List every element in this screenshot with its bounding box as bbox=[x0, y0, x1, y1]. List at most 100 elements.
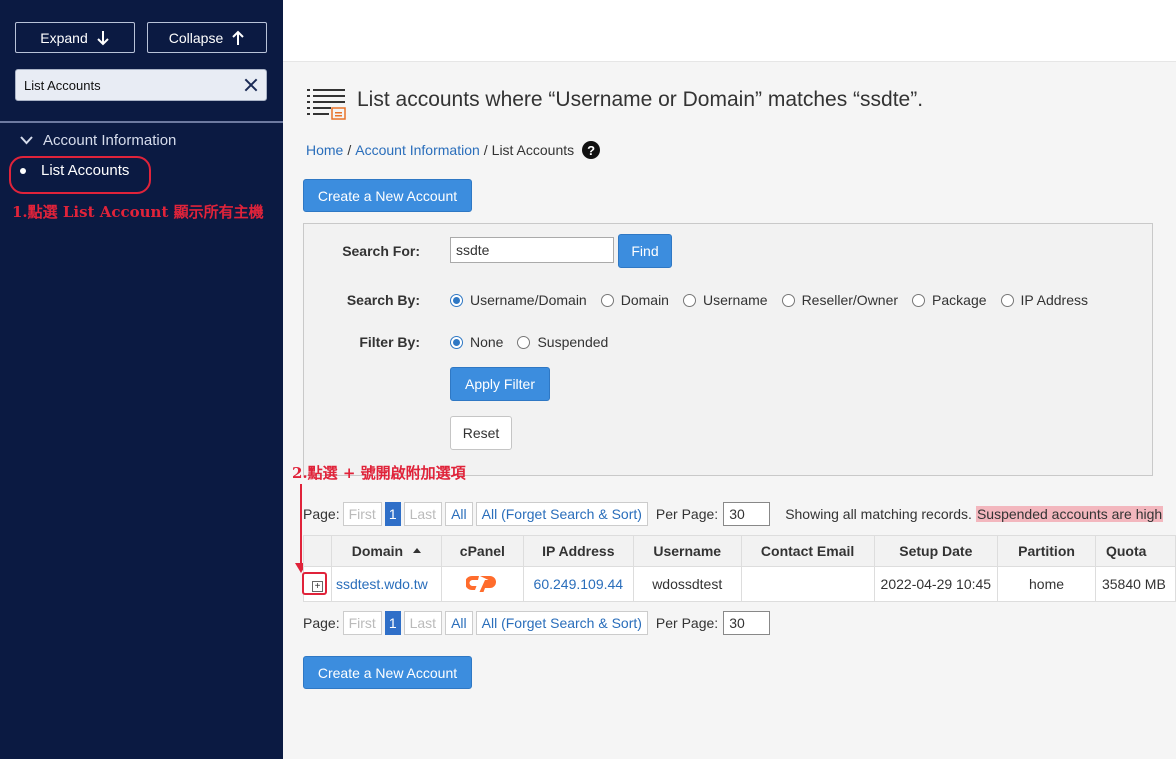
page-first: First bbox=[342, 502, 382, 526]
page-all[interactable]: All bbox=[445, 611, 473, 635]
quota-cell: 35840 MB bbox=[1094, 566, 1176, 602]
page-last: Last bbox=[403, 611, 443, 635]
list-accounts-icon bbox=[307, 89, 346, 120]
expand-button[interactable]: Expand bbox=[15, 22, 135, 53]
column-header-ip-address[interactable]: IP Address bbox=[522, 535, 634, 567]
top-bar bbox=[283, 0, 1176, 62]
breadcrumb-separator: / bbox=[483, 142, 488, 158]
radio-none[interactable]: None bbox=[450, 334, 503, 350]
column-header-domain[interactable]: Domain bbox=[330, 535, 442, 567]
search-by-options: Username/Domain Domain Username Reseller… bbox=[450, 292, 1102, 308]
filter-panel bbox=[303, 223, 1153, 476]
help-icon[interactable]: ? bbox=[582, 141, 601, 159]
radio-icon bbox=[517, 335, 531, 349]
per-page-label: Per Page: bbox=[655, 615, 719, 631]
radio-label: Username/Domain bbox=[470, 292, 587, 308]
domain-cell: ssdtest.wdo.tw bbox=[330, 566, 442, 602]
ip-link[interactable]: 60.249.109.44 bbox=[534, 576, 624, 592]
sidebar: Expand Collapse List Accounts Account In… bbox=[0, 0, 283, 759]
page-label: Page: bbox=[303, 615, 340, 631]
column-header-setup-date[interactable]: Setup Date bbox=[873, 535, 999, 567]
radio-label: Suspended bbox=[537, 334, 609, 350]
chevron-down-icon bbox=[20, 136, 33, 145]
breadcrumb: Home / Account Information / List Accounts… bbox=[306, 141, 601, 159]
radio-icon bbox=[1000, 293, 1014, 307]
page-current[interactable]: 1 bbox=[384, 502, 401, 526]
page-current[interactable]: 1 bbox=[384, 611, 401, 635]
radio-package[interactable]: Package bbox=[912, 292, 987, 308]
expand-column-header bbox=[303, 535, 332, 567]
breadcrumb-separator: / bbox=[347, 142, 352, 158]
radio-checked-icon bbox=[450, 293, 463, 307]
sidebar-divider bbox=[0, 121, 283, 123]
column-header-username[interactable]: Username bbox=[632, 535, 742, 567]
sidebar-section-label: Account Information bbox=[43, 132, 177, 149]
radio-username-domain[interactable]: Username/Domain bbox=[450, 292, 587, 308]
create-account-button-top[interactable]: Create a New Account bbox=[303, 179, 472, 212]
annotation-step2: 2.點選 + 號開啟附加選項 bbox=[292, 464, 466, 482]
contact-email-cell bbox=[740, 566, 875, 602]
search-for-label: Search For: bbox=[342, 243, 420, 259]
radio-icon bbox=[912, 293, 926, 307]
sidebar-section-account-information[interactable]: Account Information bbox=[20, 132, 176, 149]
page-all-forget[interactable]: All (Forget Search & Sort) bbox=[475, 611, 648, 635]
search-input[interactable]: ssdte bbox=[450, 237, 614, 263]
per-page-input[interactable]: 30 bbox=[723, 611, 771, 635]
ip-cell: 60.249.109.44 bbox=[522, 566, 634, 602]
arrow-up-icon bbox=[232, 30, 244, 45]
page-label: Page: bbox=[303, 506, 340, 522]
create-account-button-bottom[interactable]: Create a New Account bbox=[303, 656, 472, 689]
page-all[interactable]: All bbox=[445, 502, 473, 526]
radio-label: None bbox=[470, 334, 504, 350]
suspended-note: Suspended accounts are high bbox=[975, 506, 1164, 522]
column-header-cpanel[interactable]: cPanel bbox=[440, 535, 524, 567]
column-header-quota[interactable]: Quota bbox=[1094, 535, 1176, 567]
radio-icon bbox=[781, 293, 795, 307]
breadcrumb-account-information[interactable]: Account Information bbox=[355, 142, 480, 158]
reset-button[interactable]: Reset bbox=[450, 416, 512, 450]
showing-text: Showing all matching records. bbox=[785, 506, 972, 522]
sort-ascending-icon bbox=[413, 547, 422, 553]
radio-username[interactable]: Username bbox=[682, 292, 768, 308]
radio-label: Reseller/Owner bbox=[801, 292, 899, 308]
radio-reseller-owner[interactable]: Reseller/Owner bbox=[781, 292, 899, 308]
page-first: First bbox=[342, 611, 382, 635]
filter-by-label: Filter By: bbox=[359, 334, 420, 350]
column-header-partition[interactable]: Partition bbox=[997, 535, 1096, 567]
breadcrumb-home[interactable]: Home bbox=[306, 142, 343, 158]
radio-suspended[interactable]: Suspended bbox=[517, 334, 608, 350]
column-header-contact-email[interactable]: Contact Email bbox=[740, 535, 875, 567]
annotation-step1: 1.點選 List Account 顯示所有主機 bbox=[12, 203, 264, 221]
radio-label: Domain bbox=[620, 292, 669, 308]
collapse-button[interactable]: Collapse bbox=[147, 22, 267, 53]
pager-top: Page: First 1 Last All All (Forget Searc… bbox=[303, 502, 1164, 526]
radio-checked-icon bbox=[450, 335, 463, 349]
pager-bottom: Page: First 1 Last All All (Forget Searc… bbox=[303, 611, 771, 635]
radio-ip-address[interactable]: IP Address bbox=[1000, 292, 1088, 308]
apply-filter-button[interactable]: Apply Filter bbox=[450, 367, 550, 401]
table-header-row: Domain cPanel IP Address Username Contac… bbox=[303, 535, 1176, 567]
close-icon[interactable] bbox=[244, 78, 258, 92]
page-title: List accounts where “Username or Domain”… bbox=[357, 88, 924, 111]
radio-icon bbox=[600, 293, 614, 307]
sidebar-search-input[interactable]: List Accounts bbox=[15, 69, 267, 101]
cpanel-logo-icon[interactable] bbox=[465, 573, 498, 593]
annotation-plus-highlight bbox=[302, 572, 327, 595]
sidebar-search-value: List Accounts bbox=[24, 77, 101, 93]
partition-cell: home bbox=[997, 566, 1096, 602]
arrow-down-icon bbox=[97, 30, 109, 45]
per-page-label: Per Page: bbox=[655, 506, 719, 522]
table-row: + ssdtest.wdo.tw 60.249.109.44 wdossdtes… bbox=[303, 566, 1176, 602]
radio-label: IP Address bbox=[1020, 292, 1088, 308]
page-last: Last bbox=[403, 502, 443, 526]
domain-link[interactable]: ssdtest.wdo.tw bbox=[336, 576, 428, 592]
radio-icon bbox=[682, 293, 696, 307]
radio-label: Username bbox=[702, 292, 768, 308]
per-page-input[interactable]: 30 bbox=[723, 502, 771, 526]
radio-domain[interactable]: Domain bbox=[600, 292, 669, 308]
radio-label: Package bbox=[932, 292, 987, 308]
setup-date-cell: 2022-04-29 10:45 bbox=[873, 566, 999, 602]
page-all-forget[interactable]: All (Forget Search & Sort) bbox=[475, 502, 648, 526]
find-button[interactable]: Find bbox=[618, 234, 672, 268]
username-cell: wdossdtest bbox=[632, 566, 742, 602]
